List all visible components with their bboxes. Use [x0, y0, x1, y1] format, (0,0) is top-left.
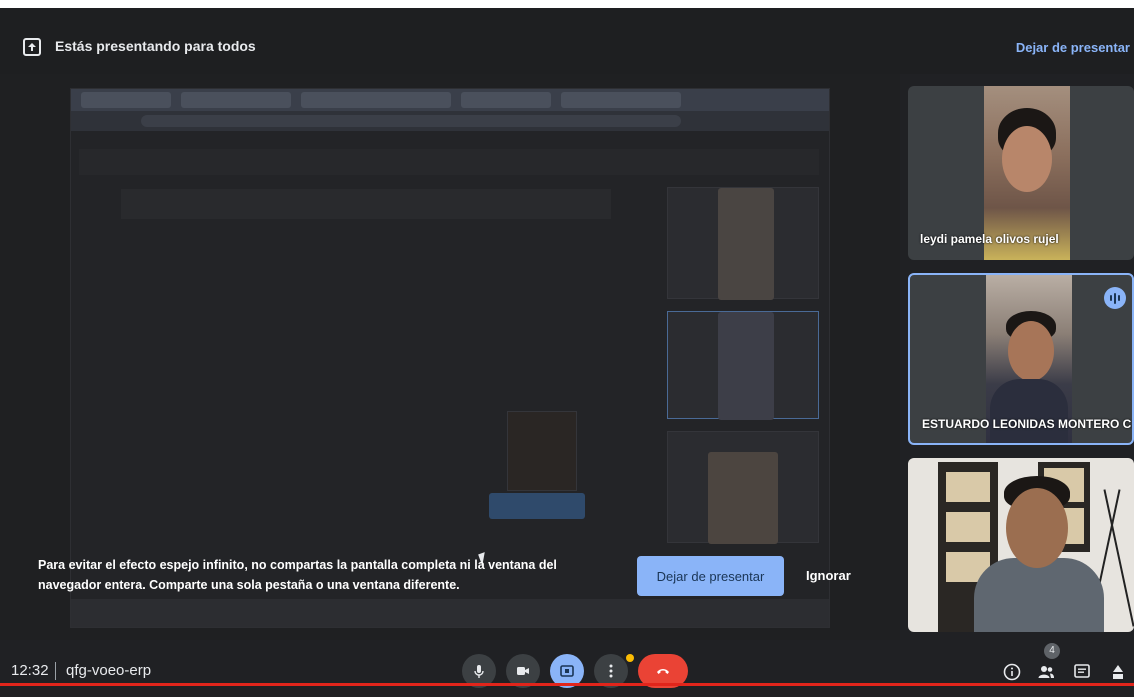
participant-face — [1006, 488, 1068, 568]
meeting-time: 12:32 — [11, 662, 49, 679]
participant-tile-active-speaker[interactable]: ESTUARDO LEONIDAS MONTERO C... — [908, 273, 1134, 445]
mirror-tile — [507, 411, 577, 491]
participant-name: ESTUARDO LEONIDAS MONTERO C... — [922, 417, 1134, 431]
chat-icon — [1074, 664, 1090, 678]
camera-icon — [517, 667, 529, 675]
mirror-tile — [667, 187, 819, 300]
mirror-presenting-bar — [79, 149, 819, 175]
chat-button[interactable] — [1072, 662, 1092, 682]
mirror-address-bar — [71, 111, 829, 131]
present-screen-icon — [560, 665, 574, 677]
meeting-details-button[interactable] — [1002, 662, 1022, 682]
presenting-message: Estás presentando para todos — [55, 38, 256, 54]
speaking-indicator-icon — [1104, 287, 1126, 309]
mirror-document — [121, 189, 611, 219]
mirrored-screen — [70, 88, 830, 628]
activities-button[interactable] — [1108, 662, 1128, 682]
stop-presenting-button[interactable]: Dejar de presentar — [637, 556, 784, 596]
meeting-controls-bar: 12:32 qfg-voeo-erp — [0, 640, 1134, 697]
notification-dot — [626, 654, 634, 662]
participant-tile[interactable] — [908, 458, 1134, 632]
mirror-toolbar — [71, 599, 829, 627]
divider — [55, 662, 56, 680]
mirror-stop-button — [489, 493, 585, 519]
hang-up-icon — [657, 669, 669, 674]
participant-name: leydi pamela olivos rujel — [920, 232, 1059, 246]
people-button[interactable] — [1036, 662, 1056, 682]
microphone-icon — [474, 665, 484, 678]
participants-count-badge: 4 — [1044, 643, 1060, 659]
mirror-tile — [667, 311, 819, 420]
window-top-strip — [0, 0, 1134, 8]
ignore-button[interactable]: Ignorar — [806, 568, 851, 583]
people-icon — [1038, 666, 1054, 678]
participant-tile[interactable]: leydi pamela olivos rujel — [908, 86, 1134, 260]
video-progress-line — [0, 683, 1134, 686]
stop-presenting-link[interactable]: Dejar de presentar — [1016, 40, 1130, 55]
presenting-banner: Estás presentando para todos Dejar de pr… — [0, 8, 1134, 74]
meeting-code: qfg-voeo-erp — [66, 662, 152, 679]
more-vert-icon — [609, 664, 613, 678]
info-icon — [1003, 663, 1021, 681]
shapes-icon — [1113, 665, 1123, 679]
present-screen-icon — [23, 38, 41, 56]
infinite-mirror-warning: Para evitar el efecto espejo infinito, n… — [38, 558, 557, 592]
mirror-browser-tabs — [71, 89, 829, 111]
mirror-tile — [667, 431, 819, 544]
